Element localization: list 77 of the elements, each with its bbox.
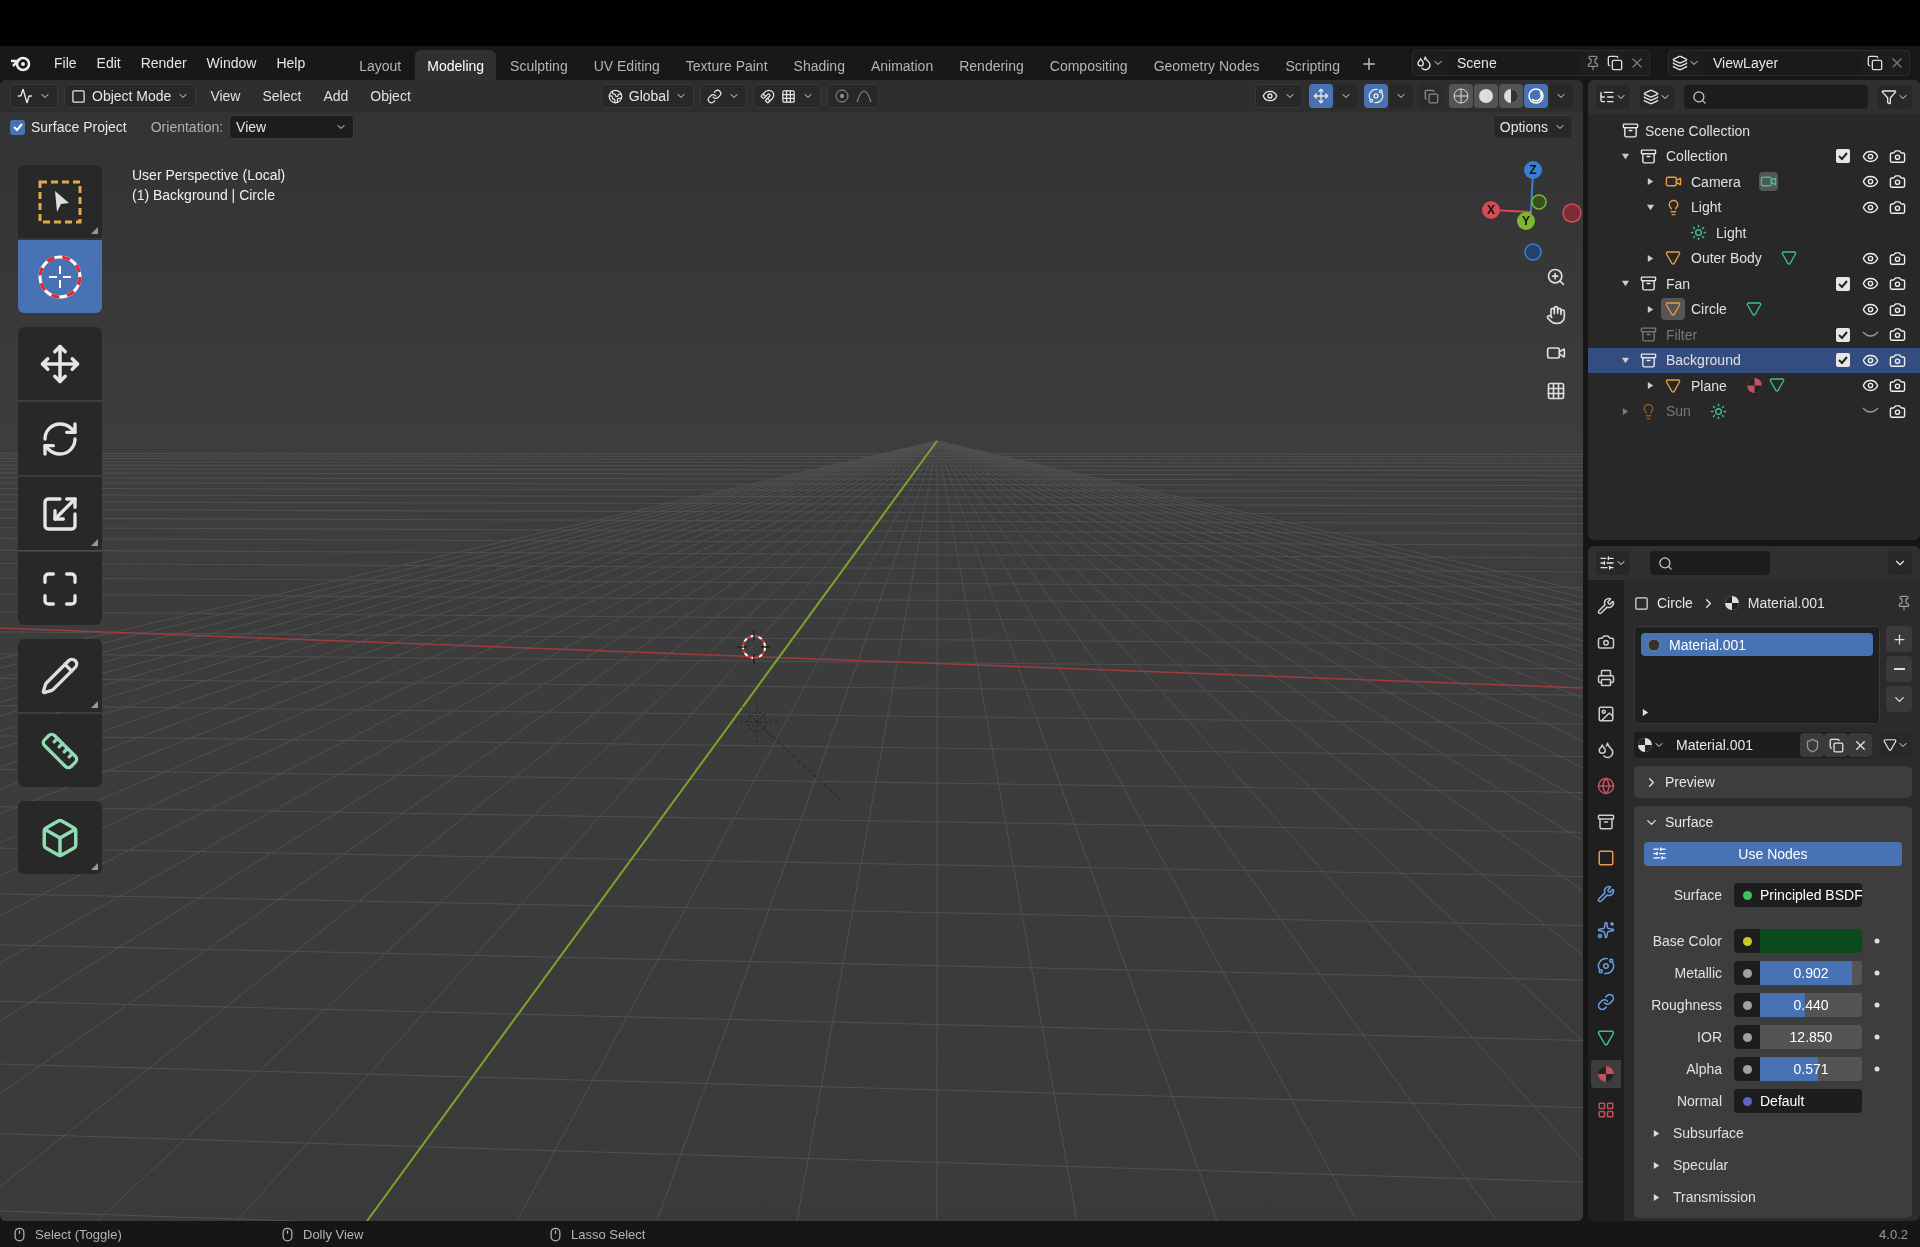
menu-item[interactable]: View xyxy=(202,85,249,107)
field-label: Metallic xyxy=(1673,965,1722,981)
workspace-tab[interactable]: Scripting xyxy=(1273,50,1352,80)
outliner-row[interactable]: Light xyxy=(1588,194,1920,220)
field-label: Alpha xyxy=(1685,1061,1722,1077)
orientation-dropdown[interactable]: View xyxy=(229,115,355,139)
outliner-row[interactable]: Circle xyxy=(1588,296,1920,322)
orientation-label: Orientation: xyxy=(150,119,224,135)
object-name: Fan xyxy=(1666,275,1691,292)
menu-item[interactable]: Select xyxy=(254,85,310,107)
workspace-tab[interactable]: Layout xyxy=(347,50,414,80)
material-slot[interactable]: Material.001 xyxy=(1641,633,1873,656)
object-name: Outer Body xyxy=(1691,250,1762,267)
subpanel-header[interactable]: Specular xyxy=(1673,1157,1729,1173)
subpanel-header[interactable]: Subsurface xyxy=(1673,1125,1744,1141)
number-field[interactable]: 12.850 xyxy=(1734,1025,1862,1049)
workspace-tab[interactable]: Geometry Nodes xyxy=(1141,50,1272,80)
menu-item[interactable]: Render xyxy=(132,51,195,75)
field-label: Base Color xyxy=(1651,933,1722,949)
outliner-row[interactable]: Plane xyxy=(1588,373,1920,399)
axis-handle[interactable]: Y xyxy=(1517,212,1535,230)
orientation-dropdown[interactable]: Global xyxy=(600,84,695,108)
object-name: Camera xyxy=(1691,173,1741,190)
menu-item[interactable]: Help xyxy=(268,51,314,75)
panel-header[interactable]: Surface xyxy=(1634,806,1912,838)
outliner-row[interactable]: Background xyxy=(1588,347,1920,373)
outliner-row[interactable]: Fan xyxy=(1588,271,1920,297)
breadcrumb-item[interactable]: Circle xyxy=(1657,595,1693,611)
workspace-tab[interactable]: UV Editing xyxy=(581,50,672,80)
subpanel-header[interactable]: Transmission xyxy=(1673,1189,1756,1205)
menu-item[interactable]: Add xyxy=(315,85,357,107)
workspace-tab[interactable]: Compositing xyxy=(1037,50,1140,80)
status-hint: Lasso Select xyxy=(571,1226,646,1242)
breadcrumb-item[interactable]: Material.001 xyxy=(1747,595,1825,611)
menu-item[interactable]: Window xyxy=(198,51,265,75)
outliner-row[interactable]: Camera xyxy=(1588,169,1920,195)
object-name: Light xyxy=(1691,199,1722,216)
axis-handle[interactable]: Z xyxy=(1524,161,1542,179)
workspace-tab[interactable]: Rendering xyxy=(947,50,1036,80)
menu-item[interactable]: File xyxy=(46,51,85,75)
slider-field[interactable]: 0.902 xyxy=(1734,961,1862,985)
object-name: Sun xyxy=(1666,403,1691,420)
status-hint: Select (Toggle) xyxy=(35,1226,122,1242)
outliner-row[interactable]: Light xyxy=(1588,220,1920,246)
object-name: Background xyxy=(1666,352,1741,369)
view-name: User Perspective (Local) xyxy=(132,167,286,183)
surface-project-checkbox[interactable]: Surface Project xyxy=(10,119,127,135)
scene-collection-label: Scene Collection xyxy=(1645,122,1751,139)
panel-header[interactable]: Preview xyxy=(1634,766,1912,798)
menu-item[interactable]: Edit xyxy=(88,51,129,75)
object-name: Collection xyxy=(1666,148,1728,165)
menu-item[interactable]: Object xyxy=(362,85,419,107)
workspace-tab[interactable]: Shading xyxy=(781,50,857,80)
object-name: Circle xyxy=(1691,301,1727,318)
workspace-tab[interactable]: Sculpting xyxy=(498,50,580,80)
workspace-tab[interactable]: Animation xyxy=(858,50,946,80)
link-field[interactable]: Default xyxy=(1734,1089,1862,1113)
slider-field[interactable]: 0.571 xyxy=(1734,1057,1862,1081)
outliner-row[interactable]: Outer Body xyxy=(1588,245,1920,271)
object-name: Light xyxy=(1716,224,1747,241)
workspace-tab[interactable]: Texture Paint xyxy=(673,50,780,80)
field-label: IOR xyxy=(1696,1029,1722,1045)
mode-dropdown[interactable]: Object Mode xyxy=(64,84,197,108)
field-label: Surface xyxy=(1672,887,1722,903)
outliner-row[interactable]: Collection xyxy=(1588,143,1920,169)
object-name: Plane xyxy=(1691,377,1727,394)
use-nodes-button[interactable]: Use Nodes xyxy=(1644,842,1902,866)
version-label: 4.0.2 xyxy=(1879,1226,1908,1242)
status-hint: Dolly View xyxy=(303,1226,364,1242)
shader-field[interactable]: Principled BSDF xyxy=(1734,883,1862,907)
axis-handle[interactable]: X xyxy=(1482,201,1500,219)
object-info: (1) Background | Circle xyxy=(132,187,276,203)
options-dropdown[interactable]: Options xyxy=(1492,115,1573,139)
field-label: Normal xyxy=(1675,1093,1722,1109)
object-name: Filter xyxy=(1666,326,1698,343)
field-label: Roughness xyxy=(1650,997,1722,1013)
workspace-tab[interactable]: Modeling xyxy=(415,50,497,80)
